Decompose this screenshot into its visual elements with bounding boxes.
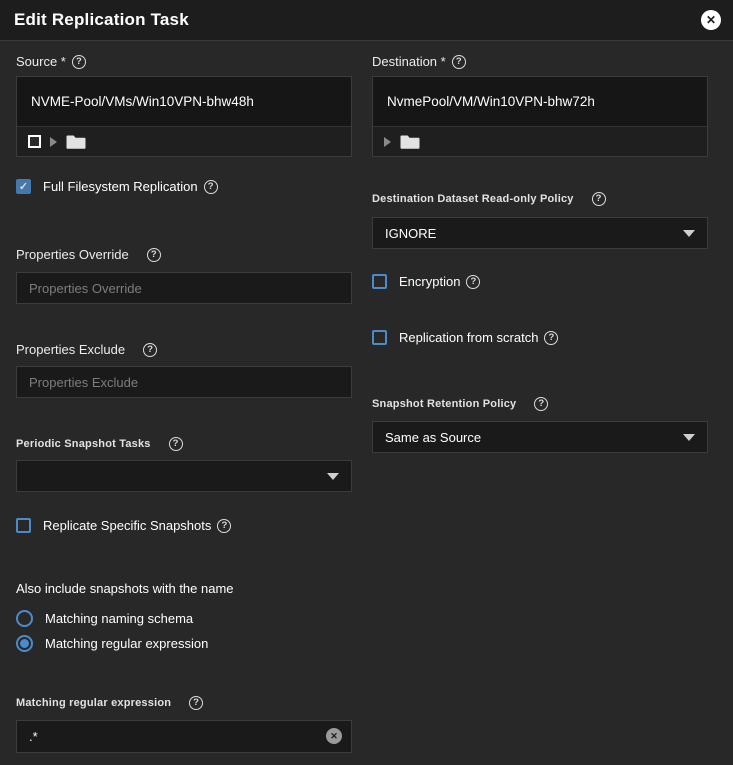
source-input[interactable]	[17, 77, 351, 126]
close-icon[interactable]: ✕	[701, 10, 721, 30]
help-icon[interactable]: ?	[169, 437, 183, 451]
full-filesystem-replication-label: Full Filesystem Replication	[43, 179, 198, 194]
periodic-snapshot-tasks-label-text: Periodic Snapshot Tasks	[16, 438, 151, 450]
matching-regex-label: Matching regular expression ?	[16, 696, 203, 710]
readonly-policy-select[interactable]: IGNORE	[372, 217, 708, 249]
full-filesystem-replication-checkbox[interactable]	[16, 179, 31, 194]
help-icon[interactable]: ?	[544, 331, 558, 345]
radio-icon[interactable]	[16, 610, 33, 627]
tree-expand-icon[interactable]	[384, 137, 391, 147]
radio-matching-regular-expression[interactable]: Matching regular expression	[16, 635, 208, 652]
radio-matching-naming-schema[interactable]: Matching naming schema	[16, 610, 193, 627]
snapshot-naming-heading: Also include snapshots with the name	[16, 581, 234, 596]
destination-label-text: Destination *	[372, 54, 446, 69]
retention-policy-value: Same as Source	[385, 430, 481, 445]
readonly-policy-value: IGNORE	[385, 226, 436, 241]
clear-icon[interactable]: ✕	[326, 728, 342, 744]
properties-exclude-label: Properties Exclude ?	[16, 342, 157, 357]
chevron-down-icon	[683, 434, 695, 441]
help-icon[interactable]: ?	[466, 275, 480, 289]
matching-regex-label-text: Matching regular expression	[16, 697, 171, 709]
folder-icon	[66, 133, 87, 150]
destination-tree-row	[373, 126, 707, 156]
matching-regex-field: ✕	[16, 720, 352, 753]
radio-label: Matching naming schema	[45, 611, 193, 626]
retention-policy-select[interactable]: Same as Source	[372, 421, 708, 453]
properties-exclude-label-text: Properties Exclude	[16, 342, 125, 357]
destination-dataset-box	[372, 76, 708, 157]
tree-node-checkbox[interactable]	[28, 135, 41, 148]
help-icon[interactable]: ?	[147, 248, 161, 262]
properties-override-input[interactable]	[16, 272, 352, 304]
source-dataset-box	[16, 76, 352, 157]
properties-exclude-input[interactable]	[16, 366, 352, 398]
retention-policy-label-text: Snapshot Retention Policy	[372, 398, 516, 410]
destination-label: Destination * ?	[372, 54, 466, 69]
folder-icon	[400, 133, 421, 150]
help-icon[interactable]: ?	[217, 519, 231, 533]
replication-from-scratch-row: Replication from scratch ?	[372, 330, 558, 345]
chevron-down-icon	[327, 473, 339, 480]
source-tree-row	[17, 126, 351, 156]
help-icon[interactable]: ?	[534, 397, 548, 411]
encryption-label: Encryption	[399, 274, 460, 289]
periodic-snapshot-tasks-select[interactable]	[16, 460, 352, 492]
help-icon[interactable]: ?	[189, 696, 203, 710]
readonly-policy-label-text: Destination Dataset Read-only Policy	[372, 193, 574, 205]
tree-expand-icon[interactable]	[50, 137, 57, 147]
source-label-text: Source *	[16, 54, 66, 69]
readonly-policy-label: Destination Dataset Read-only Policy ?	[372, 192, 606, 206]
matching-regex-input[interactable]	[16, 720, 352, 753]
source-label: Source * ?	[16, 54, 86, 69]
replicate-specific-snapshots-checkbox[interactable]	[16, 518, 31, 533]
radio-label: Matching regular expression	[45, 636, 208, 651]
periodic-snapshot-tasks-label: Periodic Snapshot Tasks ?	[16, 437, 183, 451]
chevron-down-icon	[683, 230, 695, 237]
properties-override-label-text: Properties Override	[16, 247, 129, 262]
properties-override-label: Properties Override ?	[16, 247, 161, 262]
encryption-checkbox[interactable]	[372, 274, 387, 289]
replicate-specific-snapshots-label: Replicate Specific Snapshots	[43, 518, 211, 533]
edit-replication-task-dialog: Edit Replication Task ✕ Source * ? Full …	[0, 0, 733, 765]
replicate-specific-snapshots-row: Replicate Specific Snapshots ?	[16, 518, 231, 533]
help-icon[interactable]: ?	[592, 192, 606, 206]
help-icon[interactable]: ?	[72, 55, 86, 69]
destination-input[interactable]	[373, 77, 707, 126]
dialog-header: Edit Replication Task ✕	[0, 0, 733, 41]
replication-from-scratch-label: Replication from scratch	[399, 330, 538, 345]
help-icon[interactable]: ?	[143, 343, 157, 357]
retention-policy-label: Snapshot Retention Policy ?	[372, 397, 548, 411]
help-icon[interactable]: ?	[452, 55, 466, 69]
dialog-title: Edit Replication Task	[14, 10, 189, 30]
radio-icon[interactable]	[16, 635, 33, 652]
encryption-row: Encryption ?	[372, 274, 480, 289]
help-icon[interactable]: ?	[204, 180, 218, 194]
replication-from-scratch-checkbox[interactable]	[372, 330, 387, 345]
full-filesystem-replication-row: Full Filesystem Replication ?	[16, 179, 218, 194]
